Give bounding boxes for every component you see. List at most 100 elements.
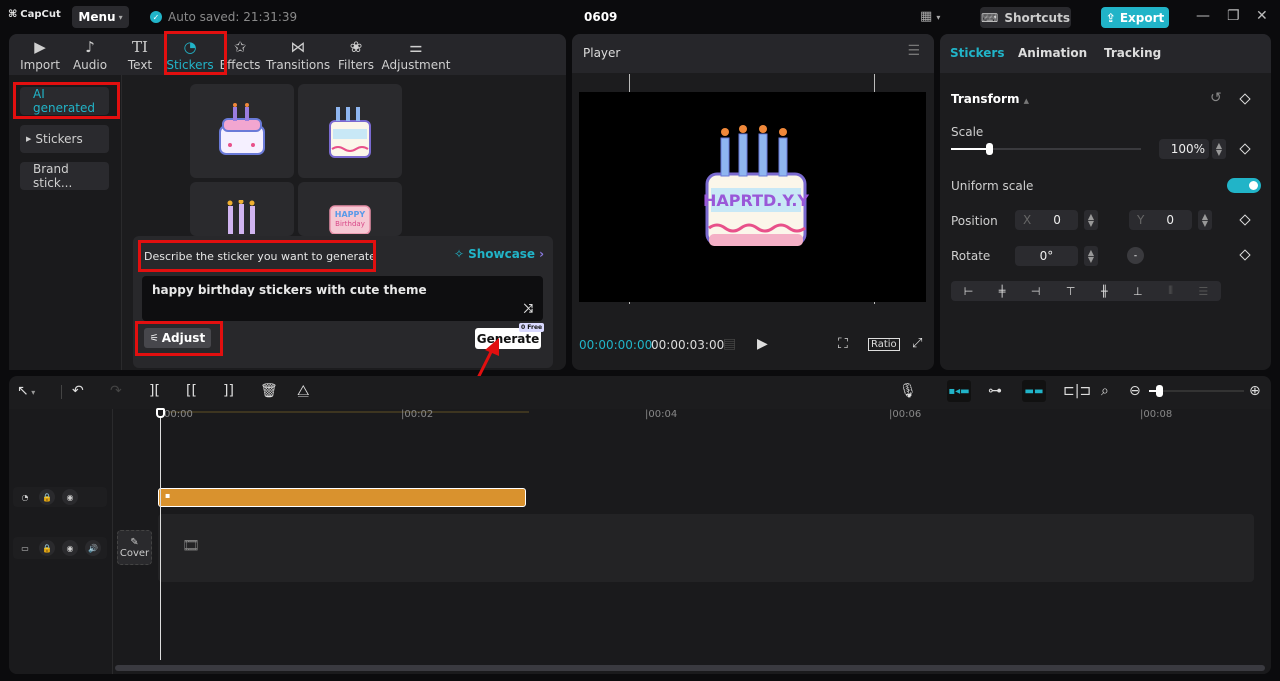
fullscreen-icon[interactable]: ⤢ xyxy=(912,336,922,351)
align-top-icon[interactable]: ⊤ xyxy=(1066,285,1076,298)
tab-adjustment[interactable]: ⚌ Adjustment xyxy=(381,34,451,75)
nav-ai-generated[interactable]: AI generated xyxy=(20,87,109,115)
sticker-item[interactable] xyxy=(190,84,294,178)
tab-animation[interactable]: Animation xyxy=(1018,46,1087,60)
align-center-h-icon[interactable]: ╪ xyxy=(999,285,1006,298)
ruler-label: 00:00 xyxy=(164,409,193,420)
export-icon: ⇪ xyxy=(1105,10,1116,25)
position-y-input[interactable]: Y0 xyxy=(1129,210,1192,230)
split-preview-icon[interactable]: ⊏|⊐ xyxy=(1063,383,1091,399)
adjust-button[interactable]: ⚟ Adjust xyxy=(144,328,211,348)
waveform-icon[interactable]: ▤ xyxy=(723,336,736,352)
main-track-drop-area[interactable]: 🎞 xyxy=(158,514,1254,582)
zoom-in-icon[interactable]: ⊕ xyxy=(1249,383,1261,399)
ratio-button[interactable]: Ratio xyxy=(868,338,900,351)
playhead-handle[interactable] xyxy=(156,408,165,418)
select-tool-icon[interactable]: ↖ ▾ xyxy=(17,383,35,399)
scale-slider[interactable] xyxy=(951,143,1141,155)
split-icon[interactable]: ][ xyxy=(149,383,160,399)
mirror-icon[interactable]: ⧋ xyxy=(297,383,310,399)
tab-transitions[interactable]: ⋈ Transitions xyxy=(265,34,331,75)
transitions-icon: ⋈ xyxy=(290,37,306,56)
nav-brand-stickers[interactable]: Brand stick... xyxy=(20,162,109,190)
redo-icon[interactable]: ↷ xyxy=(110,383,122,399)
eye-icon[interactable]: ◉ xyxy=(62,540,78,556)
maximize-icon[interactable]: ❐ xyxy=(1227,8,1240,24)
zoom-preview-icon[interactable]: ⛶ xyxy=(838,336,848,352)
zoom-slider-thumb[interactable] xyxy=(1156,385,1163,397)
main-track-magnet-icon[interactable]: ▪◂▬ xyxy=(947,380,971,402)
scale-input[interactable]: 100% xyxy=(1159,139,1209,159)
align-left-icon[interactable]: ⊢ xyxy=(964,285,974,298)
delete-icon[interactable]: 🗑 xyxy=(260,383,278,399)
scale-stepper[interactable]: ▲ ▼ xyxy=(1212,139,1226,159)
sticker-item[interactable] xyxy=(298,84,402,178)
pencil-icon: ✎ xyxy=(130,536,139,548)
eye-icon[interactable]: ◉ xyxy=(62,489,78,505)
sticker-clip[interactable]: ▪ xyxy=(158,488,526,507)
export-button[interactable]: ⇪ Export xyxy=(1101,7,1169,28)
undo-icon[interactable]: ↶ xyxy=(72,383,84,399)
sticker-item[interactable] xyxy=(190,182,294,236)
shuffle-icon[interactable]: ⤨ xyxy=(523,301,533,316)
snap-icon[interactable]: ⊶ xyxy=(988,383,1002,399)
hamburger-icon[interactable]: ☰ xyxy=(907,43,920,59)
keyframe-diamond-icon[interactable] xyxy=(1239,93,1251,105)
tab-tracking[interactable]: Tracking xyxy=(1104,46,1161,60)
scale-slider-thumb[interactable] xyxy=(986,143,993,155)
microphone-icon[interactable]: 🎙 xyxy=(899,383,917,399)
rotate-stepper[interactable]: ▲ ▼ xyxy=(1084,246,1098,266)
autosave-status: ✓ Auto saved: 21:31:39 xyxy=(150,10,297,24)
media-tabs: ▶ Import ♪ Audio TI Text ◔ Stickers ✩ Effects… xyxy=(9,34,566,75)
play-button[interactable]: ▶ xyxy=(757,336,768,352)
preview-axis-icon[interactable]: ⌕ xyxy=(1101,383,1109,399)
prompt-input[interactable]: happy birthday stickers with cute theme … xyxy=(142,276,543,321)
link-icon[interactable]: ▬▬ xyxy=(1022,380,1046,402)
position-x-stepper[interactable]: ▲ ▼ xyxy=(1084,210,1098,230)
lock-icon[interactable]: 🔒 xyxy=(39,540,55,556)
playhead-line[interactable] xyxy=(160,418,161,660)
distribute-v-icon[interactable]: ☰ xyxy=(1198,285,1208,298)
align-center-v-icon[interactable]: ╫ xyxy=(1101,285,1108,298)
keyframe-diamond-icon[interactable] xyxy=(1239,249,1251,261)
app-logo: ⌘ CapCut xyxy=(8,9,61,20)
preview-canvas[interactable]: HAPRTD.Y.Y xyxy=(579,92,926,302)
menu-button[interactable]: Menu ▾ xyxy=(72,6,129,28)
sticker-item[interactable]: HAPPY Birthday xyxy=(298,182,402,236)
split-left-icon[interactable]: [[ xyxy=(186,383,197,399)
showcase-link[interactable]: ✧ Showcase › xyxy=(454,247,544,261)
horizontal-scrollbar[interactable] xyxy=(115,665,1265,671)
rotate-input[interactable]: 0° xyxy=(1015,246,1078,266)
tab-stickers[interactable]: ◔ Stickers xyxy=(165,34,215,75)
tab-import[interactable]: ▶ Import xyxy=(15,34,65,75)
zoom-out-icon[interactable]: ⊖ xyxy=(1129,383,1141,399)
minimize-icon[interactable]: — xyxy=(1196,8,1210,24)
cake-preview-sticker[interactable]: HAPRTD.Y.Y xyxy=(701,124,811,254)
distribute-h-icon[interactable]: ⦀ xyxy=(1168,284,1173,298)
tab-inspector-stickers[interactable]: Stickers xyxy=(950,46,1004,60)
rotate-dial[interactable]: - xyxy=(1127,247,1144,264)
timeline-zoom-slider[interactable] xyxy=(1149,385,1244,397)
shortcuts-button[interactable]: ⌨ Shortcuts xyxy=(980,7,1071,28)
tab-effects[interactable]: ✩ Effects xyxy=(215,34,265,75)
cover-button[interactable]: ✎ Cover xyxy=(117,530,152,565)
keyframe-diamond-icon[interactable] xyxy=(1239,143,1251,155)
position-y-stepper[interactable]: ▲ ▼ xyxy=(1198,210,1212,230)
keyframe-diamond-icon[interactable] xyxy=(1239,214,1251,226)
sticker-categories: AI generated ▶ Stickers Brand stick... xyxy=(9,75,122,370)
transform-section-title[interactable]: Transform ▲ xyxy=(951,92,1029,106)
layout-icon[interactable]: ▦ ▾ xyxy=(920,9,940,24)
nav-stickers[interactable]: ▶ Stickers xyxy=(20,125,109,153)
position-x-input[interactable]: X0 xyxy=(1015,210,1078,230)
tab-filters[interactable]: ❀ Filters xyxy=(331,34,381,75)
tab-text[interactable]: TI Text xyxy=(115,34,165,75)
close-icon[interactable]: ✕ xyxy=(1256,8,1268,24)
reset-icon[interactable]: ↺ xyxy=(1210,90,1222,106)
align-bottom-icon[interactable]: ⊥ xyxy=(1133,285,1143,298)
uniform-scale-toggle[interactable] xyxy=(1227,178,1261,193)
split-right-icon[interactable]: ]] xyxy=(223,383,234,399)
tab-audio[interactable]: ♪ Audio xyxy=(65,34,115,75)
lock-icon[interactable]: 🔒 xyxy=(39,489,55,505)
align-right-icon[interactable]: ⊣ xyxy=(1031,285,1041,298)
speaker-icon[interactable]: 🔊 xyxy=(85,540,101,556)
